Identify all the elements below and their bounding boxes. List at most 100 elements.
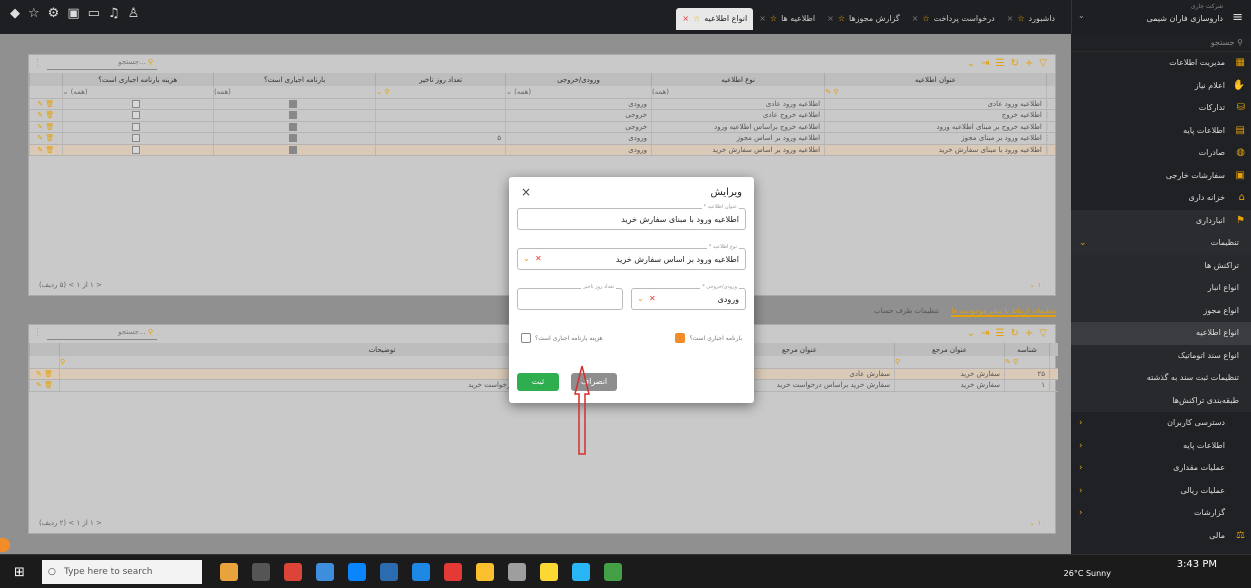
tab-counterparty[interactable]: تنظیمات طرف حساب — [874, 307, 939, 317]
sidebar-subitem-selected[interactable]: انواع اطلاعیه — [1071, 322, 1251, 345]
chevron-down-icon[interactable]: ⌄ — [637, 294, 644, 303]
sidebar-item-quantity-ops[interactable]: عملیات مقداری ‹ — [1071, 457, 1251, 480]
bell-icon[interactable]: ♫ — [108, 6, 120, 21]
chevron-left-icon[interactable]: ‹ — [1079, 480, 1083, 503]
sidebar-subitem[interactable]: تراکنش ها — [1071, 254, 1251, 277]
table-row[interactable]: ⋮ اطلاعیه خروج اطلاعیه خروج عادی خروجی 🗑 ✎ — [29, 109, 1055, 122]
sidebar-search[interactable]: جستجو ⚲ — [1071, 34, 1251, 52]
delete-icon[interactable]: 🗑 — [45, 134, 54, 142]
page-size-select[interactable]: ۱۰ ⌄ — [1029, 281, 1045, 289]
sidebar-item-exports[interactable]: ◍ صادرات — [1071, 142, 1251, 165]
image-icon[interactable]: ▣ — [67, 6, 79, 21]
close-icon[interactable]: × — [521, 185, 531, 199]
tab-payment-request[interactable]: درخواست پرداخت ☆ × — [906, 8, 1001, 30]
more-icon[interactable]: ⋮ — [33, 328, 42, 338]
hamburger-icon[interactable]: ≡ — [1232, 10, 1243, 25]
delete-icon[interactable]: 🗑 — [45, 123, 54, 131]
app-icon[interactable] — [316, 563, 334, 581]
sidebar-item-finance[interactable]: ⚖ مالی — [1071, 525, 1251, 548]
filter-cost[interactable]: (همه) ⌄ — [61, 86, 214, 99]
sidebar-item-treasury[interactable]: ⌂ خزانه داری — [1071, 187, 1251, 210]
chevron-left-icon[interactable]: ‹ — [1079, 502, 1083, 525]
system-tray[interactable]: 26°C Sunny 3:43 PM — [1064, 559, 1241, 578]
sidebar-item-warehousing[interactable]: ⚑ انبارداری — [1071, 209, 1251, 232]
delete-icon[interactable]: 🗑 — [45, 111, 54, 119]
col-delay[interactable]: تعداد روز تاخیر — [375, 73, 506, 86]
filter-icon[interactable]: ▽ — [1039, 325, 1047, 343]
sidebar-subitem[interactable]: انواع انبار — [1071, 277, 1251, 300]
checkbox[interactable] — [288, 134, 297, 143]
chevron-down-icon[interactable]: ⌄ — [967, 325, 975, 343]
sidebar-item-user-access[interactable]: دسترسی کاربران ‹ — [1071, 412, 1251, 435]
grid-search-input[interactable]: جستجو... ⚲ — [47, 328, 157, 340]
folder-icon[interactable]: ▭ — [88, 6, 100, 21]
col-io[interactable]: ورودی/خروجی — [504, 73, 652, 86]
windows-start-icon[interactable]: ⊞ — [14, 565, 25, 580]
list-icon[interactable]: ☰ — [996, 55, 1005, 73]
logo-icon[interactable]: ◆ — [10, 6, 20, 21]
title-field[interactable]: عنوان اطلاعیه * اطلاعیه ورود با مبنای سف… — [517, 204, 746, 230]
col-title[interactable]: عنوان اطلاعیه — [824, 73, 1047, 86]
sidebar-item-settings[interactable]: تنظیمات ⌄ — [1071, 232, 1251, 255]
filter-delay[interactable]: ⚲ ⌄ — [375, 86, 506, 99]
col-ref[interactable]: عنوان مرجع — [894, 343, 1005, 356]
edit-icon[interactable]: ✎ — [37, 100, 43, 108]
tab-relations[interactable]: تنظیمات ارتباط با سایر موجودیت ها — [951, 307, 1056, 317]
app-icon[interactable] — [444, 563, 462, 581]
sidebar-subitem[interactable]: انواع سند اتوماتیک — [1071, 344, 1251, 367]
edit-icon[interactable]: ✎ — [36, 370, 42, 378]
sidebar-subitem[interactable]: طبقه‌بندی تراکنش‌ها — [1071, 389, 1251, 412]
star-icon[interactable]: ☆ — [693, 8, 700, 30]
close-icon[interactable]: × — [759, 8, 766, 30]
save-button[interactable]: ثبت — [517, 373, 559, 391]
table-row[interactable]: ⋮ اطلاعیه ورود بر مبنای مجوز اطلاعیه ورود … — [29, 132, 1055, 145]
checkbox[interactable] — [131, 134, 140, 143]
sidebar-item-rial-ops[interactable]: عملیات ریالی ‹ — [1071, 480, 1251, 503]
close-icon[interactable]: × — [1007, 8, 1014, 30]
filter-io[interactable]: (همه) ⌄ — [504, 86, 652, 99]
delete-icon[interactable]: 🗑 — [44, 370, 53, 378]
add-icon[interactable]: + — [1025, 325, 1033, 343]
star-icon[interactable]: ☆ — [28, 6, 40, 21]
sidebar-item-requirements[interactable]: ✋ اعلام نیاز — [1071, 75, 1251, 98]
pager-info[interactable]: < ۱ از ۱ > (۵ ردیف) — [39, 281, 102, 289]
sidebar-subitem[interactable]: انواع مجوز — [1071, 299, 1251, 322]
app-icon[interactable] — [572, 563, 590, 581]
chevron-down-icon[interactable]: ⌄ — [523, 254, 530, 263]
star-icon[interactable]: ☆ — [922, 8, 929, 30]
delete-icon[interactable]: 🗑 — [45, 146, 54, 154]
table-row-selected[interactable]: ⋮ اطلاعیه ورود با مبنای سفارش خرید اطلاعیه… — [29, 144, 1055, 156]
edit-icon[interactable]: ✎ — [37, 134, 43, 142]
filter-icon[interactable]: ▽ — [1039, 55, 1047, 73]
waybill-checkbox[interactable] — [675, 333, 686, 343]
checkbox[interactable] — [131, 122, 140, 131]
excel-icon[interactable] — [604, 563, 622, 581]
edit-icon[interactable]: ✎ — [37, 146, 43, 154]
close-icon[interactable]: × — [682, 8, 689, 30]
edge-icon[interactable] — [348, 563, 366, 581]
user-icon[interactable]: ♙ — [128, 6, 140, 21]
sidebar-item-info-management[interactable]: ▦ مدیریت اطلاعات — [1071, 52, 1251, 75]
filter-id[interactable]: ⚲ ✎ — [1004, 356, 1050, 369]
chevron-down-icon[interactable]: ⌄ — [1078, 11, 1085, 20]
app-icon[interactable] — [540, 563, 558, 581]
chevron-left-icon[interactable]: ‹ — [1079, 435, 1083, 458]
export-icon[interactable]: ⇥ — [981, 325, 989, 343]
filter-ref[interactable]: ⚲ — [894, 356, 1005, 369]
checkbox[interactable] — [288, 111, 297, 120]
more-icon[interactable]: ⋮ — [33, 58, 42, 68]
star-icon[interactable]: ☆ — [838, 8, 845, 30]
folder-icon[interactable] — [476, 563, 494, 581]
sidebar-item-base-info-2[interactable]: اطلاعات پایه ‹ — [1071, 435, 1251, 458]
tab-permit-report[interactable]: گزارش مجوزها ☆ × — [821, 8, 906, 30]
tab-notice-types[interactable]: انواع اطلاعیه ☆ × — [676, 8, 754, 30]
list-icon[interactable]: ☰ — [996, 325, 1005, 343]
col-waybill[interactable]: بارنامه اجباری است؟ — [212, 73, 376, 86]
app-icon[interactable] — [252, 563, 270, 581]
grid-search-input[interactable]: جستجو... ⚲ — [47, 58, 157, 70]
settings-icon[interactable]: ⚙ — [48, 6, 60, 21]
edit-icon[interactable]: ✎ — [37, 111, 43, 119]
chevron-left-icon[interactable]: ‹ — [1079, 412, 1083, 435]
sidebar-subitem[interactable]: تنظیمات ثبت سند به گذشته — [1071, 367, 1251, 390]
clear-icon[interactable]: ✕ — [649, 294, 656, 303]
